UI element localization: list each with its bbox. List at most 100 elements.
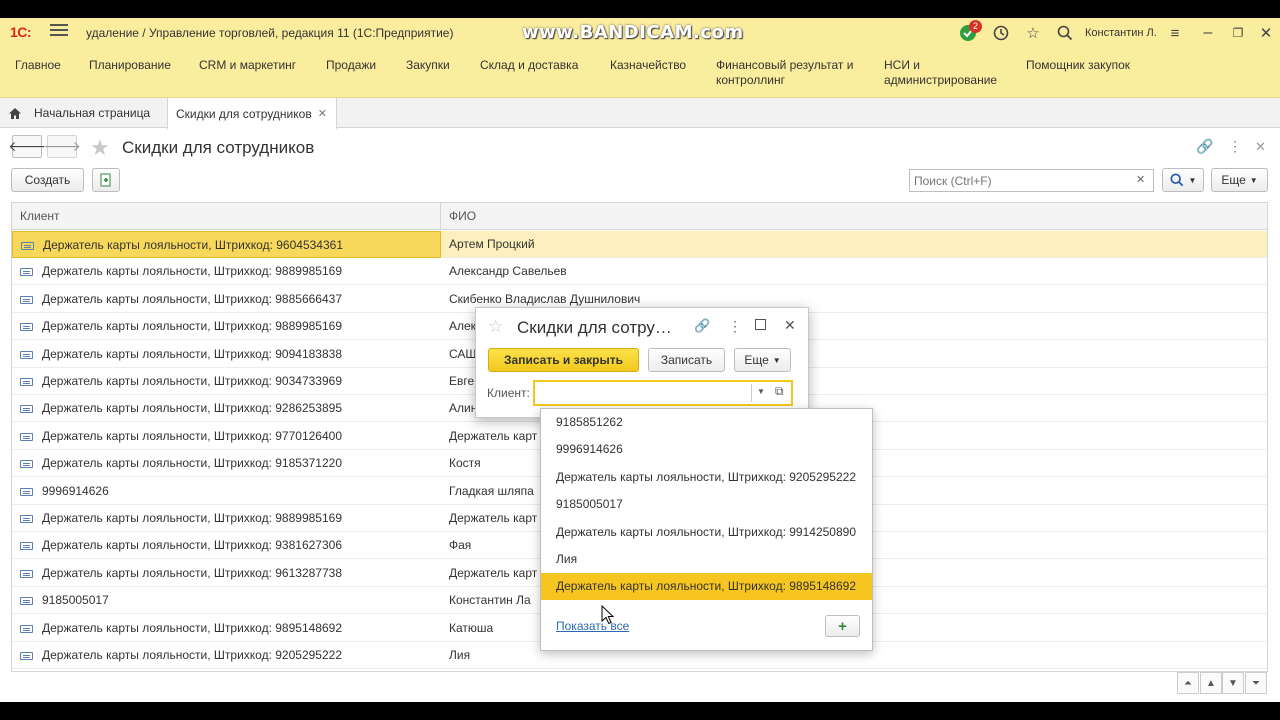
main-menu-icon[interactable] (50, 24, 68, 38)
settings-menu-icon[interactable]: ≡ (1165, 23, 1185, 43)
client-cell-text: Держатель карты лояльности, Штрихкод: 90… (42, 374, 342, 388)
mouse-cursor-icon (601, 605, 615, 625)
chevron-down-icon: ▼ (1249, 175, 1258, 185)
table-row[interactable]: Держатель карты лояльности, Штрихкод: 98… (12, 258, 1267, 286)
fio-cell: Евге (449, 374, 475, 388)
close-form-icon[interactable]: ✕ (1255, 139, 1266, 155)
loyalty-card-icon (20, 350, 33, 359)
menu-item-purchase-assistant[interactable]: Помощник закупок (1026, 58, 1130, 73)
menu-item-crm[interactable]: CRM и маркетинг (199, 58, 296, 73)
edit-dialog: ☆ Скидки для сотру… 🔗 ⋮ ✕ Записать и зак… (475, 307, 809, 418)
fio-cell: Держатель карт (449, 565, 538, 580)
loyalty-card-icon (20, 460, 33, 469)
dialog-more-button[interactable]: Еще ▼ (734, 348, 791, 372)
column-header-client[interactable]: Клиент (20, 209, 60, 223)
dropdown-item[interactable]: 9185851262 (541, 409, 872, 436)
menu-item-treasury[interactable]: Казначейство (610, 58, 686, 73)
client-cell-text: Держатель карты лояльности, Штрихкод: 98… (42, 511, 342, 525)
menu-item-warehouse[interactable]: Склад и доставка (480, 58, 578, 73)
clear-search-icon[interactable]: ✕ (1136, 173, 1145, 186)
dropdown-item[interactable]: 9185005017 (541, 491, 872, 518)
dialog-more-icon[interactable]: ⋮ (728, 318, 742, 335)
history-icon[interactable] (991, 23, 1011, 43)
client-cell-text: Держатель карты лояльности, Штрихкод: 96… (43, 238, 343, 252)
fio-cell: Константин Ла (449, 593, 531, 608)
more-actions-icon[interactable]: ⋮ (1228, 138, 1242, 155)
dropdown-item[interactable]: Держатель карты лояльности, Штрихкод: 92… (541, 464, 872, 491)
user-name[interactable]: Константин Л. (1085, 27, 1157, 39)
close-window-icon[interactable]: ✕ (1256, 23, 1276, 43)
dialog-maximize-icon[interactable] (755, 319, 766, 330)
more-button[interactable]: Еще ▼ (1211, 168, 1268, 192)
table-row[interactable]: Держатель карты лояльности, Штрихкод: 96… (12, 231, 1267, 258)
create-button[interactable]: Создать (11, 168, 84, 192)
dropdown-item[interactable]: Держатель карты лояльности, Штрихкод: 98… (541, 573, 872, 601)
scroll-up-button[interactable]: ▲ (1200, 672, 1222, 694)
copy-button[interactable] (92, 168, 120, 192)
search-button[interactable]: ▼ (1162, 168, 1204, 192)
loyalty-card-icon (20, 569, 33, 578)
client-cell-text: 9996914626 (42, 483, 109, 498)
search-icon[interactable] (1055, 23, 1075, 43)
open-client-icon[interactable]: ⧉ (775, 384, 784, 399)
client-cell-text: Держатель карты лояльности, Штрихкод: 91… (42, 456, 342, 471)
client-cell: Держатель карты лояльности, Штрихкод: 98… (12, 505, 441, 532)
dropdown-item[interactable]: Держатель карты лояльности, Штрихкод: 99… (541, 519, 872, 546)
fio-cell: Катюша (449, 620, 494, 635)
restore-icon[interactable]: ❐ (1228, 23, 1248, 43)
tab-bar: Начальная страница Скидки для сотруднико… (0, 98, 1280, 129)
menu-item-main[interactable]: Главное (15, 58, 61, 73)
tab-active[interactable]: Скидки для сотрудников ✕ (167, 98, 337, 129)
dropdown-item[interactable]: Лия (541, 546, 872, 573)
client-cell-text: Держатель карты лояльности, Штрихкод: 98… (42, 319, 342, 334)
add-client-button[interactable]: + (825, 615, 860, 637)
loyalty-card-icon (20, 378, 33, 386)
copy-document-icon (100, 173, 111, 186)
save-button[interactable]: Записать (648, 348, 725, 372)
loyalty-card-icon (20, 515, 33, 523)
favorite-star-icon[interactable]: ★ (90, 135, 110, 161)
column-header-fio[interactable]: ФИО (449, 209, 476, 223)
dialog-title: Скидки для сотру… (517, 318, 672, 337)
client-cell-text: Держатель карты лояльности, Штрихкод: 98… (42, 291, 342, 306)
tab-home[interactable]: Начальная страница (8, 98, 150, 128)
dialog-close-icon[interactable]: ✕ (784, 317, 796, 334)
menu-item-finance[interactable]: Финансовый результат и контроллинг (716, 58, 853, 88)
client-cell-text: 9185005017 (42, 593, 109, 608)
tab-home-label: Начальная страница (34, 106, 151, 120)
loyalty-card-icon (20, 323, 33, 332)
dropdown-item[interactable]: 9996914626 (541, 436, 872, 463)
search-input[interactable] (910, 170, 1130, 191)
client-cell: Держатель карты лояльности, Штрихкод: 97… (12, 423, 441, 450)
minimize-icon[interactable]: – (1198, 23, 1218, 43)
menu-item-planning[interactable]: Планирование (89, 58, 171, 73)
show-all-link[interactable]: Показать все (556, 619, 629, 633)
client-cell: Держатель карты лояльности, Штрихкод: 98… (12, 615, 441, 642)
forward-button[interactable]: 🡒 (43, 135, 81, 158)
dialog-link-icon[interactable]: 🔗 (694, 318, 710, 334)
favorites-icon[interactable]: ☆ (1023, 23, 1043, 43)
client-dropdown-icon[interactable]: ▼ (757, 387, 765, 396)
scroll-top-button[interactable]: ⏶ (1177, 672, 1199, 694)
loyalty-card-icon (20, 624, 33, 633)
menu-item-sales[interactable]: Продажи (326, 58, 376, 73)
client-cell: Держатель карты лояльности, Штрихкод: 90… (12, 368, 441, 395)
dialog-star-icon[interactable]: ☆ (488, 317, 503, 337)
tab-close-icon[interactable]: ✕ (318, 107, 327, 120)
back-button[interactable]: 🡐 (8, 135, 46, 158)
fio-cell: САШ (449, 346, 477, 361)
section-menu: Главное Планирование CRM и маркетинг Про… (0, 48, 1280, 98)
fio-cell: Держатель карт (449, 428, 538, 443)
scroll-down-button[interactable]: ▼ (1222, 672, 1244, 694)
save-and-close-button[interactable]: Записать и закрыть (488, 348, 639, 372)
client-cell: Держатель карты лояльности, Штрихкод: 92… (12, 395, 441, 422)
menu-item-nsi[interactable]: НСИ и администрирование (884, 58, 997, 88)
client-cell: Держатель карты лояльности, Штрихкод: 90… (12, 341, 441, 368)
client-input[interactable] (535, 382, 745, 404)
link-icon[interactable]: 🔗 (1196, 138, 1213, 155)
scroll-bottom-button[interactable]: ⏷ (1245, 672, 1267, 694)
menu-item-purchases[interactable]: Закупки (406, 58, 450, 73)
client-cell: Держатель карты лояльности, Штрихкод: 96… (12, 231, 441, 258)
fio-cell: Гладкая шляпа (449, 483, 534, 498)
app-window: 1С: удаление / Управление торговлей, ред… (0, 18, 1280, 702)
